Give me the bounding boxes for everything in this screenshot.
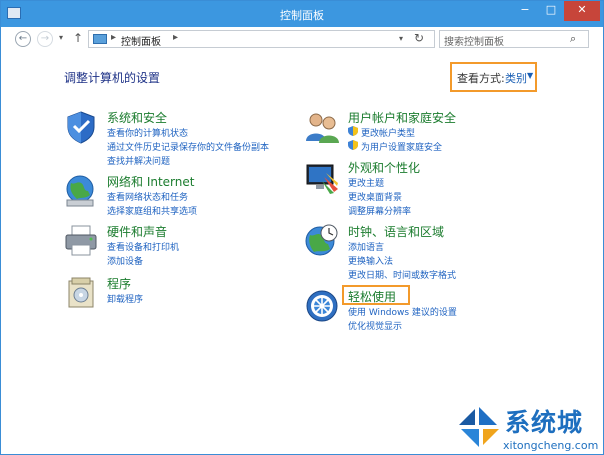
- view-by-value[interactable]: 类别: [505, 70, 527, 86]
- category-link[interactable]: 调整屏幕分辨率: [348, 204, 411, 217]
- users-icon: [306, 113, 339, 143]
- control-panel-icon: [93, 34, 107, 44]
- category-title[interactable]: 时钟、语言和区域: [348, 223, 444, 240]
- category-title[interactable]: 程序: [107, 275, 131, 292]
- close-button[interactable]: ✕: [564, 1, 600, 21]
- recent-locations-icon[interactable]: ▾: [59, 33, 63, 42]
- view-by-label: 查看方式:: [457, 72, 505, 85]
- minimize-button[interactable]: −: [512, 1, 538, 21]
- maximize-button[interactable]: □: [538, 1, 564, 21]
- globe-network-icon: [66, 175, 94, 207]
- category-link[interactable]: 更改桌面背景: [348, 190, 402, 203]
- category-link[interactable]: 查看网络状态和任务: [107, 190, 188, 203]
- category-link[interactable]: 查看设备和打印机: [107, 240, 179, 253]
- category-link[interactable]: 使用 Windows 建议的设置: [348, 305, 457, 318]
- address-bar[interactable]: ▸ 控制面板 ▸ ▾ ↻: [88, 30, 435, 48]
- category-link[interactable]: 选择家庭组和共享选项: [107, 204, 197, 217]
- category-title[interactable]: 轻松使用: [348, 288, 396, 305]
- category-title[interactable]: 硬件和声音: [107, 223, 167, 240]
- category-link[interactable]: 优化视觉显示: [348, 319, 402, 332]
- category-link[interactable]: 更换输入法: [348, 254, 393, 267]
- chevron-down-icon[interactable]: ▼: [527, 71, 533, 80]
- category-link[interactable]: 添加语言: [348, 240, 384, 253]
- category-link[interactable]: 添加设备: [107, 254, 143, 267]
- search-input[interactable]: 搜索控制面板 ⌕: [439, 30, 589, 48]
- watermark: 系统城 xitongcheng.com: [453, 399, 603, 454]
- category-link[interactable]: 为用户设置家庭安全: [361, 140, 442, 153]
- breadcrumb-separator-icon[interactable]: ▸: [111, 32, 116, 43]
- monitor-palette-icon: [306, 164, 338, 194]
- uac-shield-icon: [348, 126, 358, 136]
- watermark-logo-icon: [459, 407, 499, 447]
- category-link[interactable]: 查看你的计算机状态: [107, 126, 188, 139]
- view-by-selector[interactable]: 查看方式: 类别 ▼: [450, 62, 537, 92]
- control-panel-window: 控制面板 − □ ✕ ← → ▾ ↑ ▸ 控制面板 ▸ ▾ ↻ 搜索控制面板 ⌕…: [0, 0, 604, 455]
- uac-shield-icon: [348, 140, 358, 150]
- up-level-icon[interactable]: ↑: [73, 31, 83, 45]
- category-title[interactable]: 网络和 Internet: [107, 173, 194, 190]
- breadcrumb-separator-icon[interactable]: ▸: [173, 32, 178, 43]
- category-link[interactable]: 更改主题: [348, 176, 384, 189]
- clock-globe-icon: [305, 224, 338, 256]
- forward-button[interactable]: →: [37, 31, 53, 47]
- search-icon[interactable]: ⌕: [570, 32, 576, 46]
- category-link[interactable]: 更改日期、时间或数字格式: [348, 268, 456, 281]
- category-link[interactable]: 更改帐户类型: [361, 126, 415, 139]
- watermark-url: xitongcheng.com: [503, 439, 599, 452]
- content-area: 调整计算机的设置 查看方式: 类别 ▼ 系统和安全 查看你的计算机状态 通过文件…: [1, 53, 603, 454]
- category-title[interactable]: 用户帐户和家庭安全: [348, 109, 456, 126]
- category-link[interactable]: 查找并解决问题: [107, 154, 170, 167]
- refresh-icon[interactable]: ↻: [414, 31, 424, 45]
- search-placeholder: 搜索控制面板: [444, 37, 504, 48]
- category-title[interactable]: 外观和个性化: [348, 159, 420, 176]
- navigation-bar: ← → ▾ ↑ ▸ 控制面板 ▸ ▾ ↻ 搜索控制面板 ⌕: [1, 27, 603, 53]
- shield-icon: [67, 111, 95, 144]
- category-link[interactable]: 通过文件历史记录保存你的文件备份副本: [107, 140, 269, 153]
- category-title[interactable]: 系统和安全: [107, 109, 167, 126]
- page-heading: 调整计算机的设置: [64, 71, 161, 85]
- title-bar: 控制面板 − □ ✕: [1, 1, 603, 27]
- programs-box-icon: [68, 277, 94, 308]
- ease-of-access-icon: [306, 290, 338, 322]
- printer-icon: [65, 225, 97, 256]
- breadcrumb-control-panel[interactable]: 控制面板: [121, 33, 161, 48]
- watermark-brand: 系统城: [505, 408, 584, 437]
- category-link[interactable]: 卸载程序: [107, 292, 143, 305]
- address-dropdown-icon[interactable]: ▾: [399, 34, 403, 43]
- back-button[interactable]: ←: [15, 31, 31, 47]
